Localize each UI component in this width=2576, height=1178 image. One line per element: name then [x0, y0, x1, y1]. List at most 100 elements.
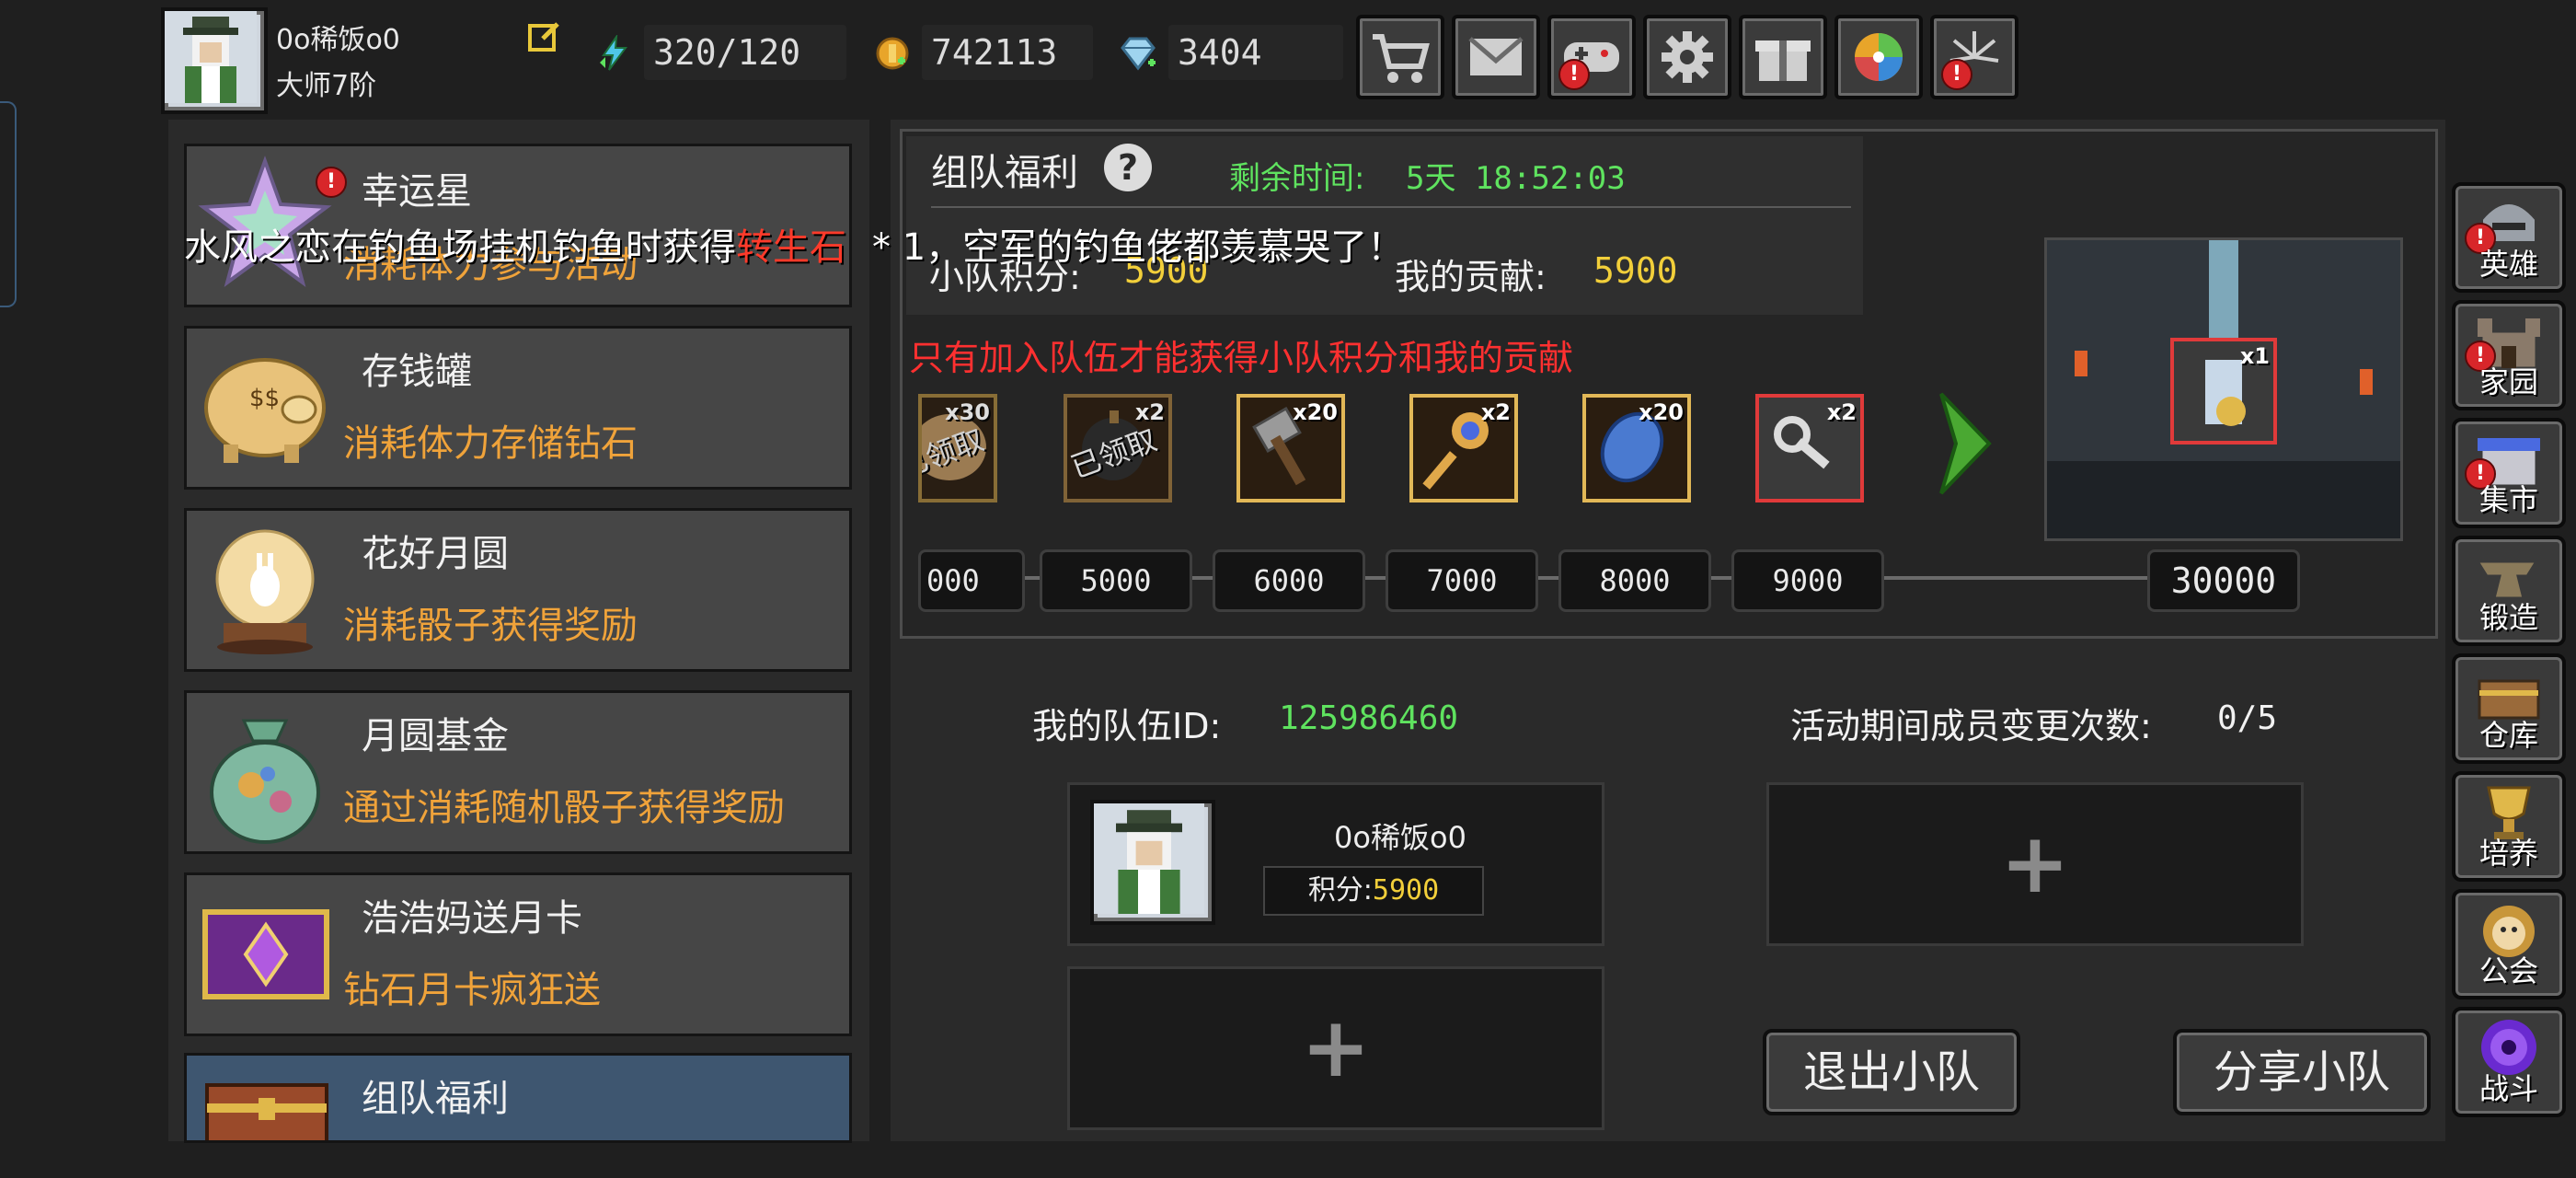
add-member-slot[interactable]: + [1766, 782, 2304, 946]
minigame-button[interactable]: ! [1547, 15, 1636, 99]
member-avatar [1090, 800, 1215, 925]
event-title: 浩浩妈送月卡 [362, 897, 582, 940]
avatar-portrait [165, 11, 257, 103]
alert-badge-icon: ! [1558, 59, 1590, 90]
gems-value: 3404 [1178, 32, 1262, 73]
color-wheel-icon [1855, 33, 1903, 81]
reward-slot[interactable]: x20 [1582, 394, 1691, 502]
milestone-score: 000 [918, 549, 1025, 612]
alert-badge-icon: ! [316, 167, 347, 198]
reward-qty: x1 [2239, 343, 2270, 369]
nav-label: 家园 [2478, 364, 2538, 399]
ticker-item: 转生石 [736, 226, 846, 269]
ticker-suffix: * 1，空军的钓鱼佬都羡慕哭了！ [872, 226, 1405, 269]
money-bag-icon [210, 719, 320, 844]
nav-home-button[interactable]: ! 家园 [2452, 300, 2566, 410]
reward-slot[interactable]: x2 [1755, 394, 1864, 502]
gold-coin-icon [874, 35, 911, 72]
event-subtitle: 消耗骰子获得奖励 [343, 605, 638, 647]
piggy-bank-icon: $$ [204, 358, 326, 463]
player-name: 0o稀饭o0 [276, 24, 400, 56]
edit-icon[interactable] [526, 18, 563, 55]
event-card-team-welfare[interactable]: 组队福利 [184, 1053, 852, 1143]
team-id-label: 我的队伍ID: [1032, 706, 1222, 746]
milestone-score-final: 30000 [2147, 549, 2300, 612]
side-drawer-handle[interactable] [0, 101, 17, 307]
nav-training-button[interactable]: 培养 [2452, 771, 2566, 882]
member-card[interactable]: 0o稀饭o0 积分:5900 [1067, 782, 1604, 946]
panel-title: 组队福利 [931, 152, 1078, 194]
reward-slot[interactable]: x2 已领取 [1064, 394, 1172, 502]
reward-slot[interactable]: x2 [1409, 394, 1518, 502]
my-contribution-value: 5900 [1593, 250, 1678, 291]
event-title: 组队福利 [362, 1078, 509, 1120]
svg-text:$$: $$ [249, 385, 280, 412]
settings-button[interactable] [1643, 15, 1731, 99]
event-card-full-moon[interactable]: 花好月圆 消耗骰子获得奖励 [184, 508, 852, 672]
treasure-chest-icon [205, 1083, 328, 1140]
milestone-score: 5000 [1040, 549, 1192, 612]
nav-label: 锻造 [2478, 600, 2538, 635]
events-button[interactable]: ! [1930, 15, 2018, 99]
nav-guild-button[interactable]: 公会 [2452, 889, 2566, 999]
add-member-slot[interactable]: + [1067, 966, 1604, 1130]
gift-button[interactable] [1739, 15, 1827, 99]
share-team-button[interactable]: 分享小队 [2173, 1029, 2431, 1115]
reward-qty: x2 [1826, 399, 1857, 425]
help-icon[interactable]: ? [1104, 144, 1152, 191]
mail-icon [1468, 37, 1524, 75]
reward-slot[interactable]: x30 已领取 [918, 394, 997, 502]
monthly-card-icon [202, 909, 329, 999]
nav-forge-button[interactable]: 锻造 [2452, 536, 2566, 646]
remaining-time-value: 5天 18:52:03 [1406, 160, 1626, 197]
next-arrow-icon[interactable] [1936, 388, 1995, 499]
event-title: 存钱罐 [362, 351, 472, 393]
nav-market-button[interactable]: ! 集市 [2452, 418, 2566, 528]
event-subtitle: 消耗体力存储钻石 [343, 422, 638, 465]
nav-label: 培养 [2478, 836, 2538, 871]
final-reward-slot[interactable]: x1 [2170, 338, 2277, 445]
milestone-score: 7000 [1386, 549, 1538, 612]
gold-value: 742113 [931, 32, 1058, 73]
mail-button[interactable] [1452, 15, 1540, 99]
player-rank: 大师7阶 [276, 70, 377, 102]
gear-icon [1662, 31, 1713, 83]
event-card-moon-fund[interactable]: 月圆基金 通过消耗随机骰子获得奖励 [184, 690, 852, 854]
milestone-score: 8000 [1558, 549, 1711, 612]
shop-button[interactable] [1356, 15, 1444, 99]
nav-warehouse-button[interactable]: 仓库 [2452, 653, 2566, 764]
reward-slot[interactable]: x20 [1236, 394, 1345, 502]
member-changes-label: 活动期间成员变更次数: [1790, 706, 2152, 746]
milestone-score: 6000 [1213, 549, 1365, 612]
player-avatar[interactable] [161, 7, 268, 114]
reward-qty: x20 [1639, 399, 1684, 425]
reward-qty: x2 [1480, 399, 1511, 425]
leave-team-button[interactable]: 退出小队 [1763, 1029, 2020, 1115]
member-name: 0o稀饭o0 [1334, 820, 1466, 855]
nav-label: 仓库 [2478, 718, 2538, 753]
energy-value: 320/120 [653, 32, 801, 73]
nav-label: 集市 [2478, 482, 2538, 517]
gift-icon [1755, 40, 1811, 81]
my-contribution-label: 我的贡献: [1395, 257, 1547, 297]
cart-icon [1373, 34, 1430, 83]
member-score-value: 5900 [1372, 874, 1440, 907]
event-title: 花好月圆 [362, 533, 509, 575]
avatar-portrait [1094, 803, 1204, 914]
reward-qty: x20 [1293, 399, 1338, 425]
nav-label: 公会 [2478, 953, 2538, 988]
event-subtitle: 钻石月卡疯狂送 [343, 969, 601, 1011]
nav-label: 战斗 [2478, 1071, 2538, 1106]
header-divider [931, 206, 1851, 208]
nav-battle-button[interactable]: 战斗 [2452, 1007, 2566, 1117]
lucky-wheel-button[interactable] [1834, 15, 1923, 99]
member-score-box: 积分:5900 [1263, 866, 1484, 916]
nav-heroes-button[interactable]: ! 英雄 [2452, 182, 2566, 293]
final-reward-preview: x1 [2044, 237, 2403, 541]
team-warning: 只有加入队伍才能获得小队积分和我的贡献 [909, 338, 1574, 378]
remaining-time-label: 剩余时间: [1229, 160, 1365, 197]
moon-rabbit-icon [215, 529, 315, 654]
event-card-monthly-card[interactable]: 浩浩妈送月卡 钻石月卡疯狂送 [184, 872, 852, 1036]
event-card-piggy-bank[interactable]: $$ 存钱罐 消耗体力存储钻石 [184, 326, 852, 490]
alert-badge-icon: ! [1941, 59, 1972, 90]
